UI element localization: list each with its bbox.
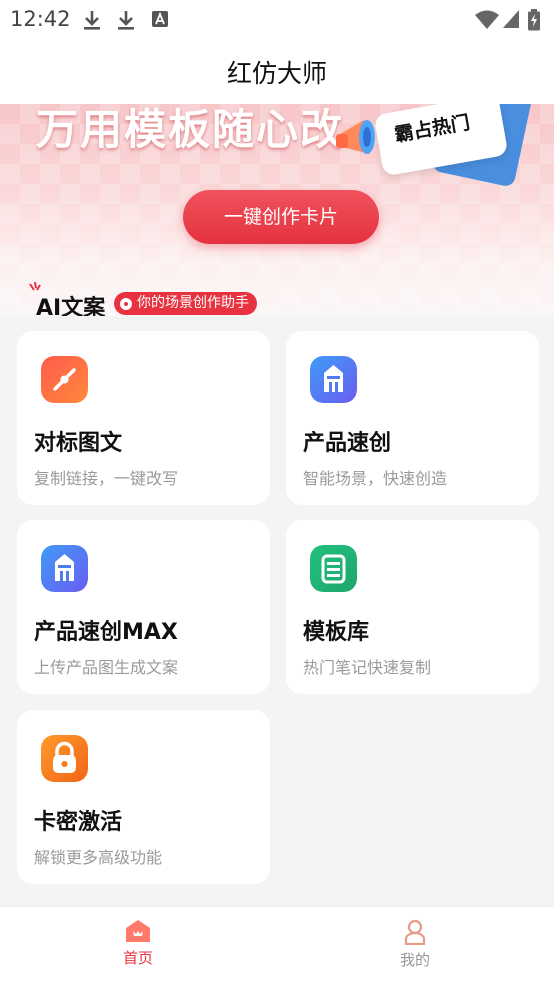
home-icon [126, 920, 150, 942]
feature-card-activation[interactable]: 卡密激活 解锁更多高级功能 [17, 710, 270, 884]
card-subtitle: 热门笔记快速复制 [303, 658, 432, 677]
nav-profile-label: 我的 [399, 951, 430, 969]
shop-icon [41, 545, 88, 592]
profile-icon [404, 919, 426, 945]
status-bar: 12:42 [0, 0, 554, 38]
ai-assistant-chip: 你的场景创作助手 [114, 292, 257, 315]
card-subtitle: 解锁更多高级功能 [34, 848, 163, 867]
app-header: 红仿大师 [0, 38, 554, 104]
status-time: 12:42 [10, 7, 71, 31]
feature-card-product-quick[interactable]: 产品速创 智能场景，快速创造 [286, 331, 539, 505]
signal-icon [503, 10, 519, 28]
lock-icon [41, 735, 88, 782]
megaphone-icon [336, 120, 375, 154]
ai-copy-title: AI文案 [36, 296, 106, 316]
promo-banner[interactable]: 万用模板随心改 霸占热门 一键创作卡片 AI文案 你的场景创作助手 [0, 104, 554, 316]
download-icon [84, 11, 100, 30]
template-icon [310, 545, 357, 592]
bottom-nav: 首页 我的 [0, 906, 554, 985]
wifi-icon [475, 10, 499, 29]
card-subtitle: 复制链接，一键改写 [34, 469, 179, 488]
card-subtitle: 上传产品图生成文案 [34, 658, 179, 677]
nav-home-label: 首页 [122, 949, 153, 967]
nav-profile[interactable]: 我的 [355, 919, 475, 970]
battery-icon [528, 9, 540, 31]
card-title: 产品速创 [303, 431, 392, 456]
ai-assistant-chip-label: 你的场景创作助手 [137, 295, 249, 311]
card-title: 模板库 [303, 620, 370, 645]
download-icon [118, 11, 134, 30]
chip-dot-icon [120, 297, 132, 310]
feature-card-template-library[interactable]: 模板库 热门笔记快速复制 [286, 520, 539, 694]
shop-icon [310, 356, 357, 403]
card-title: 产品速创MAX [34, 620, 178, 645]
banner-headline: 万用模板随心改 [36, 105, 345, 154]
card-title: 对标图文 [34, 431, 123, 456]
create-card-button[interactable]: 一键创作卡片 [183, 190, 379, 244]
font-icon [152, 11, 168, 27]
page-title: 红仿大师 [226, 59, 327, 88]
link-icon [41, 356, 88, 403]
card-subtitle: 智能场景，快速创造 [303, 469, 448, 488]
nav-home[interactable]: 首页 [78, 919, 198, 968]
card-title: 卡密激活 [34, 810, 123, 835]
feature-card-product-max[interactable]: 产品速创MAX 上传产品图生成文案 [17, 520, 270, 694]
feature-card-benchmark[interactable]: 对标图文 复制链接，一键改写 [17, 331, 270, 505]
